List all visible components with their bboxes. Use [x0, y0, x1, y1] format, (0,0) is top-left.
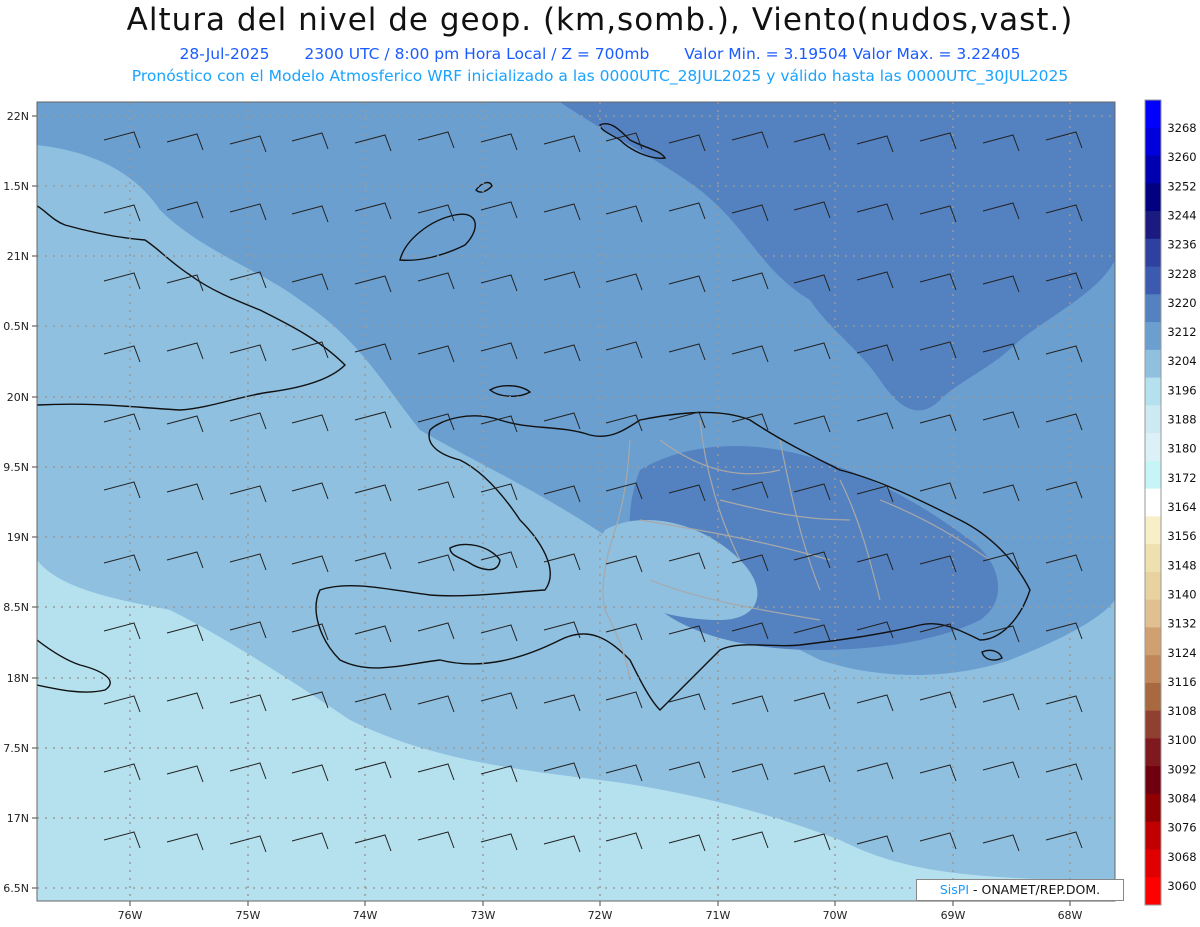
lat-tick-label: 19N: [7, 531, 29, 544]
colorbar-label: 3212: [1167, 325, 1196, 339]
colorbar-swatch: [1145, 627, 1161, 656]
colorbar-label: 3132: [1167, 617, 1196, 631]
colorbar-swatch: [1145, 544, 1161, 573]
colorbar-label: 3076: [1167, 821, 1196, 835]
lon-tick-label: 75W: [236, 909, 261, 922]
colorbar-swatch: [1145, 821, 1161, 850]
colorbar-swatch: [1145, 100, 1161, 129]
colorbar-swatch: [1145, 322, 1161, 351]
lon-tick-label: 72W: [588, 909, 613, 922]
colorbar-label: 3164: [1167, 500, 1196, 514]
colorbar-label: 3180: [1167, 442, 1196, 456]
colorbar-swatch: [1145, 183, 1161, 212]
colorbar-swatch: [1145, 211, 1161, 240]
lat-tick-label: 20N: [7, 391, 29, 404]
colorbar-swatch: [1145, 793, 1161, 823]
colorbar-label: 3100: [1167, 733, 1196, 747]
sispi-brand: SisPI: [939, 882, 970, 897]
lon-tick-label: 68W: [1058, 909, 1083, 922]
credit-box: SisPI - ONAMET/REP.DOM.: [916, 879, 1124, 901]
colorbar-label: 3204: [1167, 354, 1196, 368]
latitude-tick-labels: 22N 1.5N 21N 0.5N 20N 9.5N 19N 8.5N 18N 7.5N 17N 6.…: [3, 110, 37, 895]
colorbar-label: 3116: [1167, 675, 1196, 689]
colorbar-swatch: [1145, 460, 1161, 490]
colorbar-swatch: [1145, 377, 1161, 406]
lon-tick-label: 70W: [823, 909, 848, 922]
lon-tick-label: 76W: [118, 909, 143, 922]
colorbar-swatch: [1145, 877, 1161, 906]
colorbar-label: 3172: [1167, 471, 1196, 485]
colorbar-swatch: [1145, 294, 1161, 323]
colorbar-swatch: [1145, 738, 1161, 767]
lat-tick-label: 18N: [7, 672, 29, 685]
lat-tick-label: 0.5N: [3, 320, 29, 333]
colorbar-swatch: [1145, 238, 1161, 268]
colorbar-label: 3068: [1167, 850, 1196, 864]
lat-tick-label: 8.5N: [3, 601, 29, 614]
colorbar-swatch: [1145, 599, 1161, 628]
colorbar-swatch: [1145, 655, 1161, 684]
colorbar-label: 3244: [1167, 208, 1196, 222]
colorbar-swatch: [1145, 710, 1161, 739]
lat-tick-label: 22N: [7, 110, 29, 123]
colorbar-label: 3148: [1167, 558, 1196, 572]
forecast-map: 76W 75W 74W 73W 72W 71W 70W 69W 68W 22N 1.5N 21N 0.…: [3, 99, 1197, 922]
longitude-tick-labels: 76W 75W 74W 73W 72W 71W 70W 69W 68W: [118, 901, 1083, 922]
colorbar-swatch: [1145, 127, 1161, 157]
colorbar-swatch: [1145, 405, 1161, 434]
colorbar-label: 3228: [1167, 267, 1196, 281]
colorbar-label: 3220: [1167, 296, 1196, 310]
lat-tick-label: 6.5N: [3, 882, 29, 895]
colorbar-label: 3140: [1167, 587, 1196, 601]
colorbar-swatch: [1145, 766, 1161, 795]
colorbar-label: 3268: [1167, 121, 1196, 135]
colorbar-label: 3060: [1167, 879, 1196, 893]
colorbar-swatch: [1145, 682, 1161, 712]
credit-text: - ONAMET/REP.DOM.: [973, 882, 1101, 897]
colorbar-label: 3108: [1167, 704, 1196, 718]
colorbar-label: 3156: [1167, 529, 1196, 543]
colorbar-swatch: [1145, 516, 1161, 545]
lon-tick-label: 69W: [941, 909, 966, 922]
colorbar-label: 3252: [1167, 179, 1196, 193]
colorbar-swatch: [1145, 488, 1161, 517]
colorbar-label: 3188: [1167, 413, 1196, 427]
colorbar-label: 3084: [1167, 792, 1196, 806]
lat-tick-label: 17N: [7, 812, 29, 825]
colorbar-label: 3236: [1167, 238, 1196, 252]
colorbar-swatch: [1145, 571, 1161, 601]
colorbar-swatch: [1145, 349, 1161, 379]
colorbar-label: 3260: [1167, 150, 1196, 164]
lat-tick-label: 9.5N: [3, 461, 29, 474]
colorbar-label: 3092: [1167, 762, 1196, 776]
lat-tick-label: 7.5N: [3, 742, 29, 755]
colorbar-label: 3124: [1167, 646, 1196, 660]
colorbar-swatch: [1145, 155, 1161, 184]
colorbar-label: 3196: [1167, 383, 1196, 397]
colorbar-swatch: [1145, 433, 1161, 462]
lon-tick-label: 74W: [353, 909, 378, 922]
lat-tick-label: 21N: [7, 250, 29, 263]
lat-tick-label: 1.5N: [3, 180, 29, 193]
colorbar: 3268 3260 3252 3244 3236 3228 3220 3212 3204 3196…: [1144, 99, 1197, 906]
lon-tick-label: 73W: [471, 909, 496, 922]
colorbar-swatch: [1145, 849, 1161, 878]
colorbar-swatch: [1145, 266, 1161, 295]
lon-tick-label: 71W: [706, 909, 731, 922]
